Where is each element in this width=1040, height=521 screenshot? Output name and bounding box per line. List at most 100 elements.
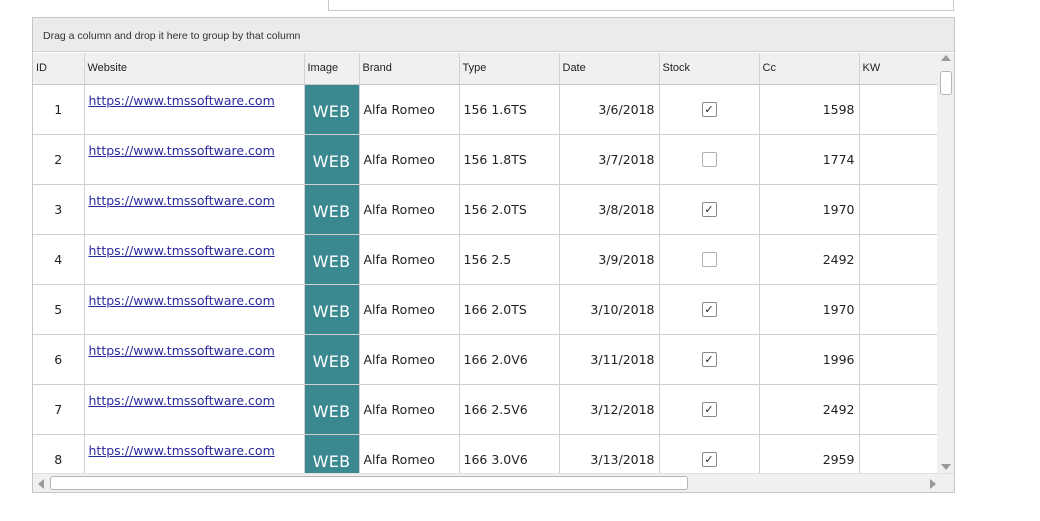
cell-date[interactable]: 3/7/2018	[559, 134, 660, 185]
scroll-up-icon[interactable]	[941, 55, 951, 61]
cell-brand[interactable]: Alfa Romeo	[359, 234, 460, 285]
cell-type[interactable]: 166 2.0V6	[459, 334, 560, 385]
cell-cc[interactable]: 1598	[759, 84, 860, 135]
cell-brand[interactable]: Alfa Romeo	[359, 334, 460, 385]
table-row[interactable]: 6 https://www.tmssoftware.com WEB Alfa Rome…	[33, 334, 937, 385]
cell-type[interactable]: 156 1.8TS	[459, 134, 560, 185]
cell-kw[interactable]: 1	[859, 134, 937, 185]
cell-brand[interactable]: Alfa Romeo	[359, 284, 460, 335]
cell-image: WEB	[304, 234, 360, 285]
stock-checkbox[interactable]: ✓	[701, 402, 717, 417]
stock-checkbox[interactable]: ✓	[701, 302, 717, 317]
cell-type[interactable]: 166 2.0TS	[459, 284, 560, 335]
scroll-right-icon[interactable]	[930, 479, 936, 489]
horizontal-scroll-thumb[interactable]	[50, 476, 688, 490]
column-header-kw[interactable]: KW	[859, 53, 937, 85]
cell-date[interactable]: 3/6/2018	[559, 84, 660, 135]
cell-id[interactable]: 4	[33, 234, 85, 285]
column-header-id[interactable]: ID	[33, 53, 85, 85]
column-header-type[interactable]: Type	[459, 53, 560, 85]
column-header-brand[interactable]: Brand	[359, 53, 460, 85]
column-header-date[interactable]: Date	[559, 53, 660, 85]
cell-date[interactable]: 3/11/2018	[559, 334, 660, 385]
cell-kw[interactable]: 1	[859, 434, 937, 473]
column-header-stock[interactable]: Stock	[659, 53, 760, 85]
table-row[interactable]: 3 https://www.tmssoftware.com WEB Alfa Rome…	[33, 184, 937, 235]
column-header-cc[interactable]: Cc	[759, 53, 860, 85]
website-link[interactable]: https://www.tmssoftware.com	[89, 393, 275, 408]
cell-date[interactable]: 3/9/2018	[559, 234, 660, 285]
cell-id[interactable]: 8	[33, 434, 85, 473]
group-by-hint: Drag a column and drop it here to group …	[43, 30, 301, 42]
table-row[interactable]: 8 https://www.tmssoftware.com WEB Alfa Rome…	[33, 434, 937, 473]
website-link[interactable]: https://www.tmssoftware.com	[89, 443, 275, 458]
cell-cc[interactable]: 2492	[759, 234, 860, 285]
cell-kw[interactable]: 1	[859, 284, 937, 335]
cell-type[interactable]: 156 2.0TS	[459, 184, 560, 235]
stock-checkbox[interactable]: ✓	[701, 102, 717, 117]
cell-brand[interactable]: Alfa Romeo	[359, 84, 460, 135]
cell-id[interactable]: 3	[33, 184, 85, 235]
stock-checkbox[interactable]: ✓	[701, 452, 717, 467]
cell-kw[interactable]: 1	[859, 234, 937, 285]
cell-website: https://www.tmssoftware.com	[84, 284, 305, 335]
stock-checkbox[interactable]	[701, 152, 717, 167]
cell-cc[interactable]: 1970	[759, 284, 860, 335]
web-thumbnail-image: WEB	[312, 401, 351, 421]
cell-type[interactable]: 156 2.5	[459, 234, 560, 285]
cell-date[interactable]: 3/8/2018	[559, 184, 660, 235]
website-link[interactable]: https://www.tmssoftware.com	[89, 293, 275, 308]
stock-checkbox[interactable]: ✓	[701, 352, 717, 367]
cell-id[interactable]: 5	[33, 284, 85, 335]
cell-kw[interactable]: 1	[859, 184, 937, 235]
stock-checkbox[interactable]	[701, 252, 717, 267]
cell-id[interactable]: 2	[33, 134, 85, 185]
cell-brand[interactable]: Alfa Romeo	[359, 384, 460, 435]
column-header-website[interactable]: Website	[84, 53, 305, 85]
table-row[interactable]: 4 https://www.tmssoftware.com WEB Alfa Rome…	[33, 234, 937, 285]
cell-id[interactable]: 7	[33, 384, 85, 435]
website-link[interactable]: https://www.tmssoftware.com	[89, 93, 275, 108]
horizontal-scrollbar[interactable]	[33, 473, 954, 492]
vertical-scroll-thumb[interactable]	[940, 71, 952, 95]
website-link[interactable]: https://www.tmssoftware.com	[89, 243, 275, 258]
cell-cc[interactable]: 1970	[759, 184, 860, 235]
cell-brand[interactable]: Alfa Romeo	[359, 434, 460, 473]
cell-date[interactable]: 3/10/2018	[559, 284, 660, 335]
stock-checkbox[interactable]: ✓	[701, 202, 717, 217]
grid-table: ID Website Image Brand Type Date Stock C…	[33, 53, 937, 473]
cell-cc[interactable]: 1996	[759, 334, 860, 385]
cell-type[interactable]: 166 2.5V6	[459, 384, 560, 435]
cell-date[interactable]: 3/12/2018	[559, 384, 660, 435]
cell-cc[interactable]: 1774	[759, 134, 860, 185]
table-row[interactable]: 1 https://www.tmssoftware.com WEB Alfa Rome…	[33, 84, 937, 135]
cell-type[interactable]: 156 1.6TS	[459, 84, 560, 135]
website-link[interactable]: https://www.tmssoftware.com	[89, 343, 275, 358]
cell-date[interactable]: 3/13/2018	[559, 434, 660, 473]
scroll-down-icon[interactable]	[941, 464, 951, 470]
cell-stock: ✓	[659, 384, 760, 435]
cell-cc[interactable]: 2492	[759, 384, 860, 435]
cell-kw[interactable]	[859, 84, 937, 135]
website-link[interactable]: https://www.tmssoftware.com	[89, 143, 275, 158]
column-header-image[interactable]: Image	[304, 53, 360, 85]
table-row[interactable]: 2 https://www.tmssoftware.com WEB Alfa Rome…	[33, 134, 937, 185]
group-by-panel[interactable]: Drag a column and drop it here to group …	[33, 18, 954, 52]
website-link[interactable]: https://www.tmssoftware.com	[89, 193, 275, 208]
cell-stock: ✓	[659, 184, 760, 235]
table-row[interactable]: 5 https://www.tmssoftware.com WEB Alfa Rome…	[33, 284, 937, 335]
cell-id[interactable]: 6	[33, 334, 85, 385]
cell-brand[interactable]: Alfa Romeo	[359, 184, 460, 235]
scroll-left-icon[interactable]	[38, 479, 44, 489]
cell-kw[interactable]: 1	[859, 334, 937, 385]
table-row[interactable]: 7 https://www.tmssoftware.com WEB Alfa Rome…	[33, 384, 937, 435]
cell-cc[interactable]: 2959	[759, 434, 860, 473]
cell-stock: ✓	[659, 434, 760, 473]
cell-brand[interactable]: Alfa Romeo	[359, 134, 460, 185]
cell-kw[interactable]: 1	[859, 384, 937, 435]
cell-type[interactable]: 166 3.0V6	[459, 434, 560, 473]
cell-website: https://www.tmssoftware.com	[84, 234, 305, 285]
cell-stock: ✓	[659, 84, 760, 135]
vertical-scrollbar[interactable]	[937, 53, 954, 473]
cell-id[interactable]: 1	[33, 84, 85, 135]
